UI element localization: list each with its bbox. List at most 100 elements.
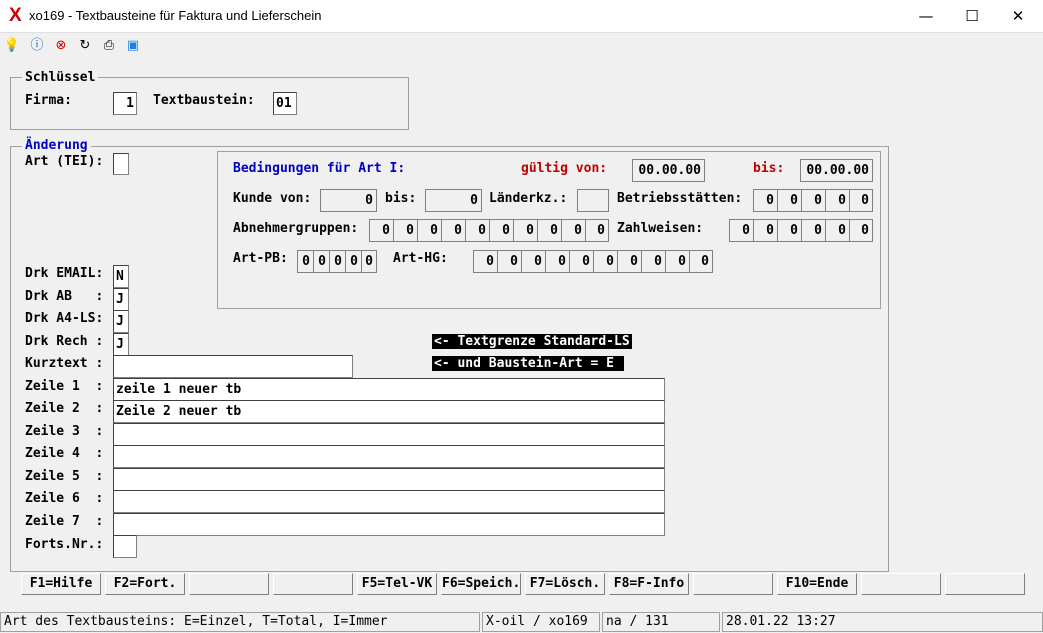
abnehmergruppe-input[interactable]: 0 <box>369 219 394 242</box>
abnehmergruppe-input[interactable]: 0 <box>585 219 609 242</box>
drk-rech-input[interactable]: J <box>113 333 129 356</box>
baustein-art-hint: <- und Baustein-Art = E <box>432 356 624 371</box>
help-icon[interactable]: ▣ <box>124 37 142 55</box>
kunde-bis-input[interactable]: 0 <box>425 189 482 212</box>
art-pb-input[interactable]: 0 <box>361 250 377 273</box>
f2-fort-button[interactable]: F2=Fort. <box>105 573 185 595</box>
abnehmergruppe-input[interactable]: 0 <box>441 219 466 242</box>
abnehmergruppe-input[interactable]: 0 <box>513 219 538 242</box>
f11-empty-button[interactable] <box>861 573 941 595</box>
art-hg-input[interactable]: 0 <box>545 250 570 273</box>
drk-rech-label: Drk Rech : <box>25 334 104 349</box>
zahlweise-input[interactable]: 0 <box>753 219 778 242</box>
zeile-2-input[interactable]: Zeile 2 neuer tb <box>113 400 665 423</box>
schluessel-legend: Schlüssel <box>22 70 99 85</box>
gueltig-label: gültig von: <box>521 161 608 176</box>
status-record: na / 131 <box>602 612 720 632</box>
kunde-bis-label: bis: <box>385 191 417 206</box>
forts-nr-input[interactable] <box>113 535 137 558</box>
art-pb-input[interactable]: 0 <box>297 250 314 273</box>
art-hg-label: Art-HG: <box>393 251 448 266</box>
status-app: X-oil / xo169 <box>482 612 600 632</box>
textbaustein-label: Textbaustein: <box>153 93 255 108</box>
kurztext-input[interactable] <box>113 355 353 378</box>
drk-email-label: Drk EMAIL: <box>25 266 104 281</box>
art-hg-input[interactable]: 0 <box>473 250 498 273</box>
f1-help-button[interactable]: F1=Hilfe <box>21 573 101 595</box>
gueltig-von-input[interactable]: 00.00.00 <box>632 159 705 182</box>
drk-email-input[interactable]: N <box>113 265 129 288</box>
bulb-icon[interactable]: 💡 <box>3 37 21 55</box>
print-icon[interactable]: ⎙ <box>100 37 118 55</box>
art-hg-input[interactable]: 0 <box>497 250 522 273</box>
f5-tel-vk-button[interactable]: F5=Tel-VK <box>357 573 437 595</box>
kunde-von-label: Kunde von: <box>233 191 312 206</box>
art-hg-input[interactable]: 0 <box>593 250 618 273</box>
zeile-1-input[interactable]: zeile 1 neuer tb <box>113 378 665 401</box>
betriebsstaette-input[interactable]: 0 <box>777 189 802 212</box>
abnehmergruppe-input[interactable]: 0 <box>417 219 442 242</box>
zahlweise-input[interactable]: 0 <box>849 219 873 242</box>
textgrenze-hint: <- Textgrenze Standard-LS <box>432 334 632 349</box>
bedingungen-title: Bedingungen für Art I: <box>233 161 406 176</box>
abnehmergruppe-input[interactable]: 0 <box>537 219 562 242</box>
status-datetime: 28.01.22 13:27 <box>722 612 1043 632</box>
art-pb-input[interactable]: 0 <box>345 250 362 273</box>
f10-end-button[interactable]: F10=Ende <box>777 573 857 595</box>
zahlweise-input[interactable]: 0 <box>729 219 754 242</box>
forts-nr-label: Forts.Nr.: <box>25 537 104 552</box>
art-pb-input[interactable]: 0 <box>313 250 330 273</box>
zahlweise-input[interactable]: 0 <box>777 219 802 242</box>
firma-input[interactable]: 1 <box>113 92 137 115</box>
f12-empty-button[interactable] <box>945 573 1025 595</box>
art-hg-input[interactable]: 0 <box>689 250 713 273</box>
abnehmergruppe-input[interactable]: 0 <box>561 219 586 242</box>
zahlweise-input[interactable]: 0 <box>801 219 826 242</box>
f9-empty-button[interactable] <box>693 573 773 595</box>
kurztext-label: Kurztext : <box>25 356 104 371</box>
zeile-label: Zeile 6 : <box>25 491 104 506</box>
art-hg-input[interactable]: 0 <box>641 250 666 273</box>
f4-empty-button[interactable] <box>273 573 353 595</box>
abnehmergruppe-input[interactable]: 0 <box>465 219 490 242</box>
cancel-icon[interactable]: ⊗ <box>52 37 70 55</box>
zeile-3-input[interactable] <box>113 423 665 446</box>
laenderkz-input[interactable] <box>577 189 609 212</box>
zeile-label: Zeile 7 : <box>25 514 104 529</box>
betriebsstaette-input[interactable]: 0 <box>825 189 850 212</box>
zeile-6-input[interactable] <box>113 490 665 513</box>
toolbar: 💡 ⓘ ⊗ ↻ ⎙ ▣ <box>0 33 1043 59</box>
abnehmergruppe-input[interactable]: 0 <box>489 219 514 242</box>
gueltig-bis-input[interactable]: 00.00.00 <box>800 159 873 182</box>
refresh-icon[interactable]: ↻ <box>76 37 94 55</box>
drk-a4ls-label: Drk A4-LS: <box>25 311 104 326</box>
betriebsstaette-input[interactable]: 0 <box>849 189 873 212</box>
minimize-button[interactable]: — <box>903 0 949 32</box>
zeile-4-input[interactable] <box>113 445 665 468</box>
drk-a4ls-input[interactable]: J <box>113 310 129 333</box>
maximize-button[interactable]: ☐ <box>949 0 995 32</box>
art-label: Art (TEI): <box>25 154 104 169</box>
art-pb-input[interactable]: 0 <box>329 250 346 273</box>
art-hg-input[interactable]: 0 <box>569 250 594 273</box>
betriebsstaette-input[interactable]: 0 <box>753 189 778 212</box>
drk-ab-input[interactable]: J <box>113 288 129 311</box>
zeile-7-input[interactable] <box>113 513 665 536</box>
f7-delete-button[interactable]: F7=Lösch. <box>525 573 605 595</box>
textbaustein-input[interactable]: 01 <box>273 92 297 115</box>
f8-info-button[interactable]: F8=F-Info <box>609 573 689 595</box>
close-button[interactable]: ✕ <box>995 0 1041 32</box>
art-hg-input[interactable]: 0 <box>617 250 642 273</box>
betriebsstaette-input[interactable]: 0 <box>801 189 826 212</box>
abnehmergruppe-input[interactable]: 0 <box>393 219 418 242</box>
f3-empty-button[interactable] <box>189 573 269 595</box>
zahlweise-input[interactable]: 0 <box>825 219 850 242</box>
info-icon[interactable]: ⓘ <box>28 37 46 55</box>
kunde-von-input[interactable]: 0 <box>320 189 377 212</box>
art-input[interactable]: E <box>113 153 129 175</box>
zeile-5-input[interactable] <box>113 468 665 491</box>
art-hg-input[interactable]: 0 <box>665 250 690 273</box>
gueltig-bis-label: bis: <box>753 161 785 176</box>
art-hg-input[interactable]: 0 <box>521 250 546 273</box>
f6-save-button[interactable]: F6=Speich. <box>441 573 521 595</box>
